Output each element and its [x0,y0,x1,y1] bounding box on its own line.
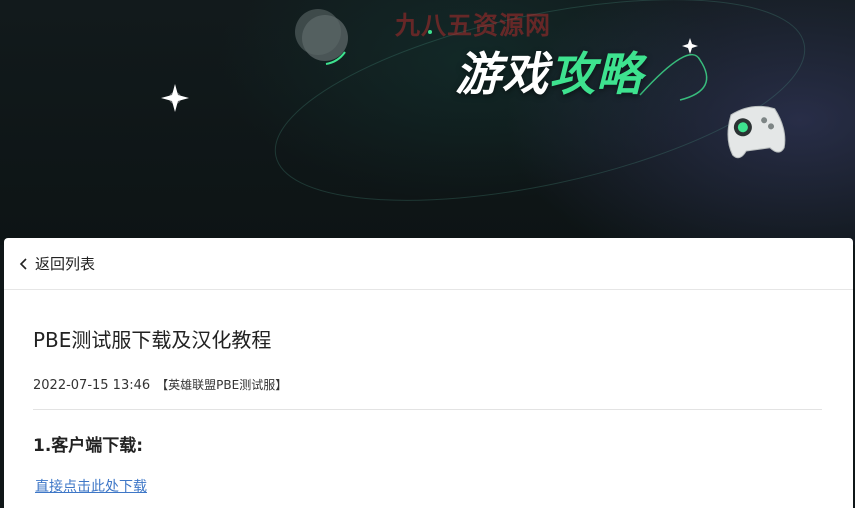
banner-title-accent: 攻略 [549,47,643,101]
back-to-list-button[interactable]: 返回列表 [4,238,853,290]
category-tag: 【英雄联盟PBE测试服】 [156,378,288,392]
banner: 九八五资源网 游戏攻略 [0,0,855,245]
article-body: PBE测试服下载及汉化教程 2022-07-15 13:46 【英雄联盟PBE测试… [4,324,853,496]
publish-date: 2022-07-15 13:46 [33,378,151,393]
banner-title-main: 游戏 [455,47,549,101]
banner-title: 游戏攻略 [455,38,643,104]
article-title: PBE测试服下载及汉化教程 [33,328,272,352]
planet-icon [295,9,348,65]
sparkle-icon [682,38,698,54]
section-heading: 1.客户端下载: [33,436,144,456]
article-card: 返回列表 PBE测试服下载及汉化教程 2022-07-15 13:46 【英雄联盟… [4,238,853,508]
divider [33,409,822,410]
chevron-left-icon [19,257,27,270]
back-to-list-label: 返回列表 [35,255,96,273]
sparkle-icon [161,84,189,112]
article-meta: 2022-07-15 13:46 【英雄联盟PBE测试服】 [33,376,822,393]
download-link[interactable]: 直接点击此处下载 [33,476,147,496]
gamepad-icon [727,105,786,159]
watermark-text: 九八五资源网 [395,11,552,40]
